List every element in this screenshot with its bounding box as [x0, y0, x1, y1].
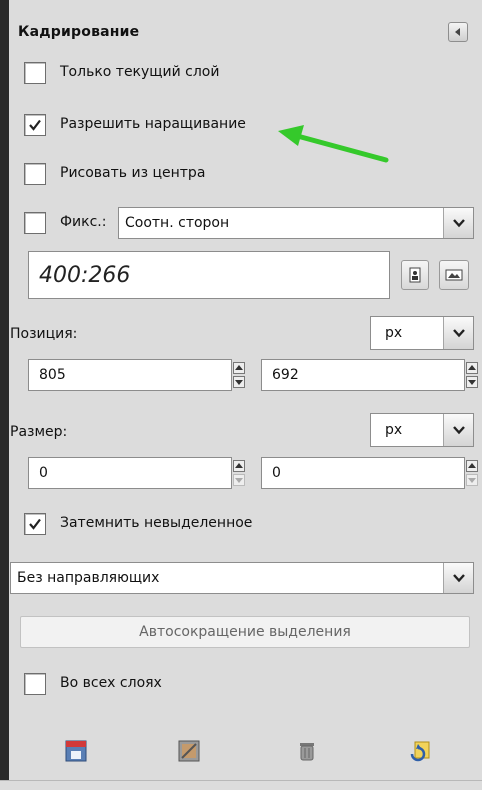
spin-down-icon — [233, 474, 245, 486]
collapse-button[interactable] — [448, 22, 468, 42]
annotation-arrow-icon — [278, 125, 389, 163]
portrait-icon — [409, 267, 421, 283]
guides-value: Без направляющих — [17, 570, 160, 586]
fixed-checkbox[interactable] — [24, 212, 46, 234]
landscape-icon — [445, 269, 463, 281]
position-y-spinner[interactable] — [466, 359, 480, 391]
guides-dropdown-button[interactable] — [443, 563, 473, 593]
all-layers-label: Во всех слоях — [60, 675, 162, 691]
size-width-spinner[interactable] — [233, 457, 247, 489]
fixed-label: Фикс.: — [60, 214, 107, 230]
highlight-label: Затемнить невыделенное — [60, 515, 253, 531]
check-icon — [29, 518, 41, 530]
landscape-button[interactable] — [439, 260, 469, 290]
spin-up-icon — [233, 362, 245, 374]
delete-preset-icon[interactable] — [296, 740, 318, 762]
spin-down-icon — [466, 376, 478, 388]
chevron-down-icon — [452, 219, 465, 228]
fixed-mode-value: Соотн. сторон — [125, 215, 230, 231]
expand-from-center-checkbox[interactable] — [24, 163, 46, 185]
position-x-input[interactable]: 805 — [28, 359, 232, 391]
spin-down-icon — [466, 474, 478, 486]
expand-from-center-label: Рисовать из центра — [60, 165, 206, 181]
highlight-checkbox[interactable] — [24, 513, 46, 535]
spin-up-icon — [466, 460, 478, 472]
tool-options-title: Кадрирование — [18, 24, 140, 40]
check-icon — [29, 119, 41, 131]
chevron-down-icon — [452, 426, 465, 435]
all-layers-checkbox[interactable] — [24, 673, 46, 695]
collapse-icon — [455, 28, 460, 36]
spin-up-icon — [466, 362, 478, 374]
position-unit-value: px — [385, 325, 403, 341]
position-unit-select[interactable]: px — [370, 316, 474, 350]
position-x-spinner[interactable] — [233, 359, 247, 391]
position-unit-dropdown-button[interactable] — [443, 317, 473, 349]
save-preset-icon[interactable] — [65, 740, 87, 762]
fixed-mode-dropdown-button[interactable] — [443, 208, 473, 238]
current-layer-only-label: Только текущий слой — [60, 64, 220, 80]
fixed-mode-select[interactable]: Соотн. сторон — [118, 207, 474, 239]
size-label: Размер: — [10, 424, 68, 440]
window-frame-left — [0, 0, 9, 789]
spin-up-icon — [233, 460, 245, 472]
spin-down-icon — [233, 376, 245, 388]
allow-growing-checkbox[interactable] — [24, 114, 46, 136]
auto-shrink-button[interactable]: Автосокращение выделения — [20, 616, 470, 648]
position-y-input[interactable]: 692 — [261, 359, 465, 391]
size-unit-dropdown-button[interactable] — [443, 414, 473, 446]
portrait-button[interactable] — [401, 260, 429, 290]
size-width-input[interactable]: 0 — [28, 457, 232, 489]
size-height-input[interactable]: 0 — [261, 457, 465, 489]
current-layer-only-checkbox[interactable] — [24, 62, 46, 84]
size-unit-select[interactable]: px — [370, 413, 474, 447]
chevron-down-icon — [452, 329, 465, 338]
allow-growing-label: Разрешить наращивание — [60, 116, 246, 132]
position-label: Позиция: — [10, 326, 78, 342]
reset-icon[interactable] — [409, 740, 431, 762]
chevron-down-icon — [452, 574, 465, 583]
restore-preset-icon[interactable] — [178, 740, 200, 762]
guides-select[interactable]: Без направляющих — [10, 562, 474, 594]
aspect-ratio-input[interactable]: 400:266 — [28, 251, 390, 299]
size-unit-value: px — [385, 422, 403, 438]
size-height-spinner[interactable] — [466, 457, 480, 489]
